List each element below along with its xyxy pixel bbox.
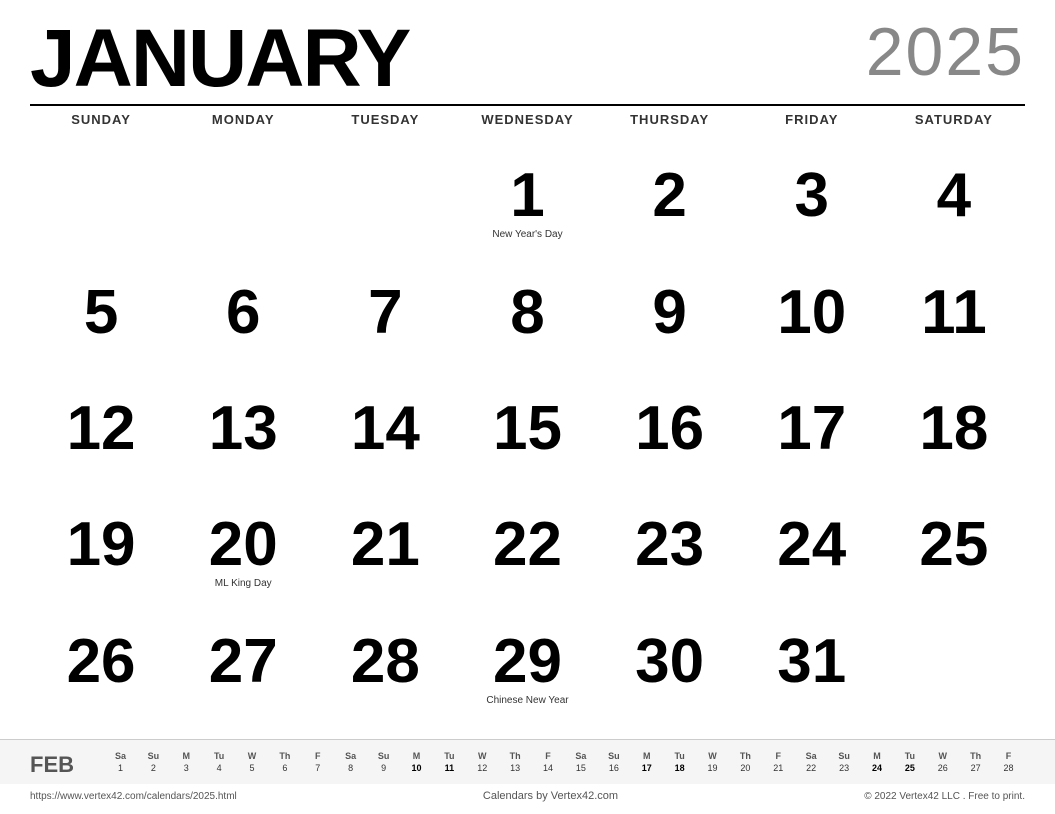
day-number-27: 27 xyxy=(209,631,278,693)
day-header-mon: MONDAY xyxy=(172,106,314,157)
day-event-29: Chinese New Year xyxy=(486,695,568,707)
day-number-20: 20 xyxy=(209,514,278,576)
day-cell-1: 1 New Year's Day xyxy=(456,157,598,273)
day-number-22: 22 xyxy=(493,514,562,576)
day-number-26: 26 xyxy=(67,631,136,693)
day-cell-empty xyxy=(314,157,456,273)
month-title: JANUARY xyxy=(30,18,409,100)
day-number-4: 4 xyxy=(937,165,971,227)
footer-right: © 2022 Vertex42 LLC . Free to print. xyxy=(864,791,1025,802)
day-cell-25: 25 xyxy=(883,506,1025,622)
calendar-header: JANUARY 2025 xyxy=(30,18,1025,100)
day-cell-empty xyxy=(172,157,314,273)
footer-link: https://www.vertex42.com/calendars/2025.… xyxy=(30,791,237,802)
day-number-30: 30 xyxy=(635,631,704,693)
day-number-11: 11 xyxy=(921,282,987,344)
day-cell-18: 18 xyxy=(883,390,1025,506)
day-number-15: 15 xyxy=(493,398,562,460)
calendar-grid: SUNDAY MONDAY TUESDAY WEDNESDAY THURSDAY… xyxy=(30,106,1025,739)
year-title: 2025 xyxy=(866,18,1025,86)
day-cell-23: 23 xyxy=(599,506,741,622)
day-header-wed: WEDNESDAY xyxy=(456,106,598,157)
day-number-28: 28 xyxy=(351,631,420,693)
day-number-18: 18 xyxy=(919,398,988,460)
day-cell-9: 9 xyxy=(599,274,741,390)
day-cell-27: 27 xyxy=(172,623,314,739)
day-number-21: 21 xyxy=(351,514,420,576)
day-number-3: 3 xyxy=(795,165,829,227)
day-cell-6: 6 xyxy=(172,274,314,390)
day-cell-26: 26 xyxy=(30,623,172,739)
day-cell-11: 11 xyxy=(883,274,1025,390)
day-cell-17: 17 xyxy=(741,390,883,506)
mini-calendar-section: FEB SaSuMTuWThFSaSuMTuWThFSaSuMTuWThFSaS… xyxy=(0,739,1055,784)
day-header-sat: SATURDAY xyxy=(883,106,1025,157)
day-cell-31: 31 xyxy=(741,623,883,739)
day-header-thu: THURSDAY xyxy=(599,106,741,157)
day-header-sun: SUNDAY xyxy=(30,106,172,157)
day-cell-empty-end xyxy=(883,623,1025,739)
day-cell-12: 12 xyxy=(30,390,172,506)
day-cell-15: 15 xyxy=(456,390,598,506)
day-number-25: 25 xyxy=(919,514,988,576)
day-cell-21: 21 xyxy=(314,506,456,622)
day-number-12: 12 xyxy=(67,398,136,460)
day-cell-22: 22 xyxy=(456,506,598,622)
day-number-9: 9 xyxy=(652,282,686,344)
day-event-1: New Year's Day xyxy=(492,229,562,241)
day-cell-empty xyxy=(30,157,172,273)
day-number-8: 8 xyxy=(510,282,544,344)
day-number-13: 13 xyxy=(209,398,278,460)
day-header-tue: TUESDAY xyxy=(314,106,456,157)
day-cell-13: 13 xyxy=(172,390,314,506)
day-header-fri: FRIDAY xyxy=(741,106,883,157)
day-cell-5: 5 xyxy=(30,274,172,390)
day-cell-19: 19 xyxy=(30,506,172,622)
mini-calendar-grid: SaSuMTuWThFSaSuMTuWThFSaSuMTuWThFSaSuMTu… xyxy=(104,750,1025,774)
day-number-6: 6 xyxy=(226,282,260,344)
day-cell-14: 14 xyxy=(314,390,456,506)
day-number-19: 19 xyxy=(67,514,136,576)
day-number-29: 29 xyxy=(493,631,562,693)
day-cell-24: 24 xyxy=(741,506,883,622)
day-cell-8: 8 xyxy=(456,274,598,390)
calendar-container: JANUARY 2025 SUNDAY MONDAY TUESDAY WEDNE… xyxy=(0,0,1055,814)
day-cell-7: 7 xyxy=(314,274,456,390)
day-number-7: 7 xyxy=(368,282,402,344)
day-cell-2: 2 xyxy=(599,157,741,273)
day-number-2: 2 xyxy=(652,165,686,227)
day-number-24: 24 xyxy=(777,514,846,576)
day-event-20: ML King Day xyxy=(215,578,272,590)
day-number-10: 10 xyxy=(777,282,846,344)
mini-month-label: FEB xyxy=(30,750,90,778)
day-number-1: 1 xyxy=(510,165,544,227)
mini-calendar-inner: FEB SaSuMTuWThFSaSuMTuWThFSaSuMTuWThFSaS… xyxy=(30,750,1025,778)
day-number-31: 31 xyxy=(777,631,846,693)
day-cell-3: 3 xyxy=(741,157,883,273)
footer-center: Calendars by Vertex42.com xyxy=(483,790,618,802)
day-cell-4: 4 xyxy=(883,157,1025,273)
day-cell-28: 28 xyxy=(314,623,456,739)
day-cell-16: 16 xyxy=(599,390,741,506)
day-cell-10: 10 xyxy=(741,274,883,390)
day-number-14: 14 xyxy=(351,398,420,460)
day-number-23: 23 xyxy=(635,514,704,576)
calendar-footer: https://www.vertex42.com/calendars/2025.… xyxy=(30,786,1025,804)
day-number-16: 16 xyxy=(635,398,704,460)
day-cell-20: 20 ML King Day xyxy=(172,506,314,622)
day-cell-29: 29 Chinese New Year xyxy=(456,623,598,739)
day-cell-30: 30 xyxy=(599,623,741,739)
day-number-17: 17 xyxy=(777,398,846,460)
day-number-5: 5 xyxy=(84,282,118,344)
